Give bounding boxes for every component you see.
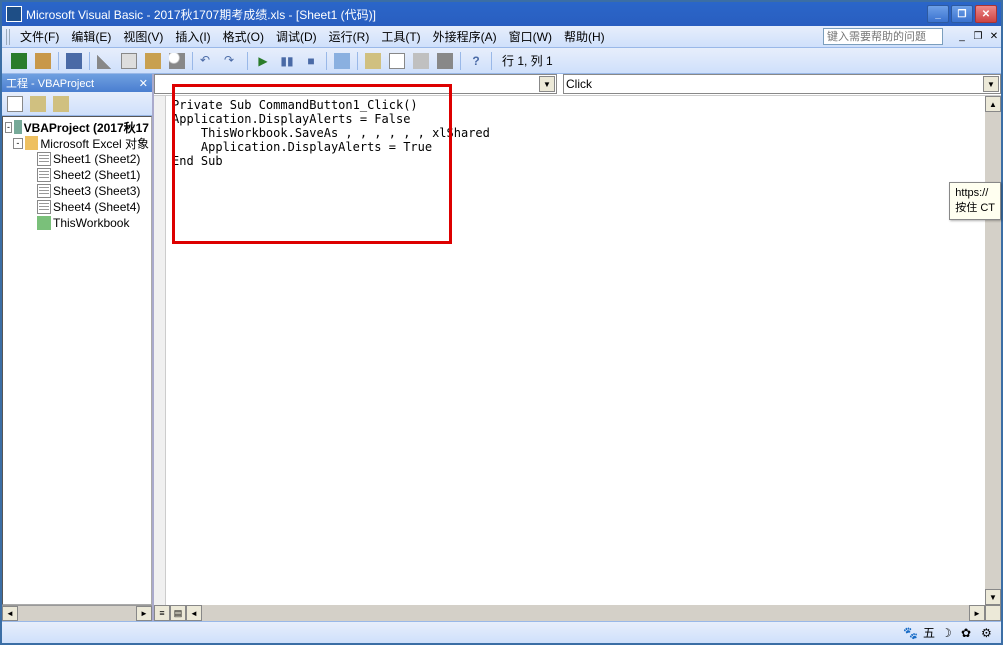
doc-minimize-button[interactable]: _ (955, 30, 969, 44)
menu-insert[interactable]: 插入(I) (169, 26, 216, 47)
moon-icon[interactable]: ☽ (941, 626, 955, 640)
tree-sheet-item[interactable]: Sheet2 (Sheet1) (3, 167, 151, 183)
statusbar: 🐾 五 ☽ ✿ ⚙ (2, 621, 1001, 643)
cut-button[interactable] (94, 50, 116, 72)
minimize-button[interactable]: _ (927, 5, 949, 23)
scroll-right-button[interactable]: ► (969, 605, 985, 621)
full-module-view-button[interactable]: ▤ (170, 605, 186, 621)
worksheet-icon (37, 184, 51, 198)
menu-addins[interactable]: 外接程序(A) (427, 26, 503, 47)
tree-sheet-item[interactable]: Sheet4 (Sheet4) (3, 199, 151, 215)
project-icon (14, 120, 22, 134)
gear-icon[interactable]: ⚙ (981, 626, 995, 640)
folder-icon (25, 136, 38, 150)
project-tree[interactable]: - VBAProject (2017秋17 - Microsoft Excel … (2, 116, 152, 605)
chevron-down-icon[interactable]: ▼ (983, 76, 999, 92)
scroll-left-button[interactable]: ◄ (2, 606, 18, 621)
procedure-dropdown[interactable]: Click ▼ (563, 74, 1001, 94)
menu-format[interactable]: 格式(O) (217, 26, 270, 47)
project-explorer-close-button[interactable]: ✕ (139, 77, 148, 90)
doc-close-button[interactable]: ✕ (987, 30, 1001, 44)
code-editor[interactable]: Private Sub CommandButton1_Click() Appli… (166, 96, 985, 605)
code-margin[interactable] (154, 96, 166, 605)
menu-tools[interactable]: 工具(T) (375, 26, 426, 47)
menu-view[interactable]: 视图(V) (117, 26, 169, 47)
window-title: Microsoft Visual Basic - 2017秋1707期考成绩.x… (26, 6, 927, 23)
run-button[interactable]: ▶ (252, 50, 274, 72)
doc-restore-button[interactable]: ❐ (971, 30, 985, 44)
view-code-button[interactable] (4, 93, 26, 115)
workbook-icon (37, 216, 51, 230)
vertical-scrollbar[interactable]: ▲ ▼ (985, 96, 1001, 605)
worksheet-icon (37, 152, 51, 166)
fan-icon[interactable]: ✿ (961, 626, 975, 640)
menu-debug[interactable]: 调试(D) (270, 26, 323, 47)
object-browser-button[interactable] (410, 50, 432, 72)
undo-button[interactable]: ↶ (197, 50, 219, 72)
menu-file[interactable]: 文件(F) (14, 26, 65, 47)
scroll-up-button[interactable]: ▲ (985, 96, 1001, 112)
redo-button[interactable]: ↷ (221, 50, 243, 72)
titlebar: Microsoft Visual Basic - 2017秋1707期考成绩.x… (2, 2, 1001, 26)
maximize-button[interactable]: ❐ (951, 5, 973, 23)
find-button[interactable] (166, 50, 188, 72)
app-icon (6, 6, 22, 22)
toggle-folders-button[interactable] (50, 93, 72, 115)
tree-project-root[interactable]: - VBAProject (2017秋17 (3, 119, 151, 135)
toolbox-button[interactable] (434, 50, 456, 72)
main-toolbar: ↶ ↷ ▶ ▮▮ ■ ? 行 1, 列 1 (2, 48, 1001, 74)
properties-button[interactable] (386, 50, 408, 72)
expand-icon[interactable]: - (5, 122, 12, 133)
scroll-down-button[interactable]: ▼ (985, 589, 1001, 605)
tree-sheet-item[interactable]: Sheet1 (Sheet2) (3, 151, 151, 167)
copy-button[interactable] (118, 50, 140, 72)
worksheet-icon (37, 168, 51, 182)
cursor-position-status: 行 1, 列 1 (496, 52, 559, 69)
procedure-view-button[interactable]: ≡ (154, 605, 170, 621)
scroll-right-button[interactable]: ► (136, 606, 152, 621)
insert-module-button[interactable] (32, 50, 54, 72)
scroll-left-button[interactable]: ◄ (186, 605, 202, 621)
menu-help[interactable]: 帮助(H) (558, 26, 611, 47)
project-explorer-button[interactable] (362, 50, 384, 72)
tree-workbook-item[interactable]: ThisWorkbook (3, 215, 151, 231)
close-button[interactable]: ✕ (975, 5, 997, 23)
resize-grip[interactable] (985, 605, 1001, 621)
link-tooltip: https:// 按住 CT (949, 182, 1001, 220)
toolbar-grip[interactable] (6, 29, 12, 45)
save-button[interactable] (63, 50, 85, 72)
object-dropdown[interactable]: ▼ (154, 74, 557, 94)
tree-sheet-item[interactable]: Sheet3 (Sheet3) (3, 183, 151, 199)
worksheet-icon (37, 200, 51, 214)
expand-icon[interactable]: - (13, 138, 24, 149)
project-toolbar (2, 92, 152, 116)
menubar: 文件(F) 编辑(E) 视图(V) 插入(I) 格式(O) 调试(D) 运行(R… (2, 26, 1001, 48)
code-pane: ▼ Click ▼ Private Sub CommandButton1_Cli… (154, 74, 1001, 621)
reset-button[interactable]: ■ (300, 50, 322, 72)
view-excel-button[interactable] (8, 50, 30, 72)
project-explorer: 工程 - VBAProject ✕ - VBAProject (2017秋17 … (2, 74, 154, 621)
menu-window[interactable]: 窗口(W) (503, 26, 558, 47)
horizontal-scrollbar[interactable]: ≡ ▤ ◄ ► (154, 605, 1001, 621)
ime-icon[interactable]: 🐾 (903, 626, 917, 640)
view-object-button[interactable] (27, 93, 49, 115)
project-explorer-title: 工程 - VBAProject ✕ (2, 74, 152, 92)
design-mode-button[interactable] (331, 50, 353, 72)
help-button[interactable]: ? (465, 50, 487, 72)
menu-edit[interactable]: 编辑(E) (65, 26, 117, 47)
help-search-input[interactable] (823, 28, 943, 45)
ime-label[interactable]: 五 (923, 624, 935, 641)
paste-button[interactable] (142, 50, 164, 72)
menu-run[interactable]: 运行(R) (323, 26, 376, 47)
tree-excel-folder[interactable]: - Microsoft Excel 对象 (3, 135, 151, 151)
project-hscrollbar[interactable]: ◄ ► (2, 605, 152, 621)
chevron-down-icon[interactable]: ▼ (539, 76, 555, 92)
break-button[interactable]: ▮▮ (276, 50, 298, 72)
